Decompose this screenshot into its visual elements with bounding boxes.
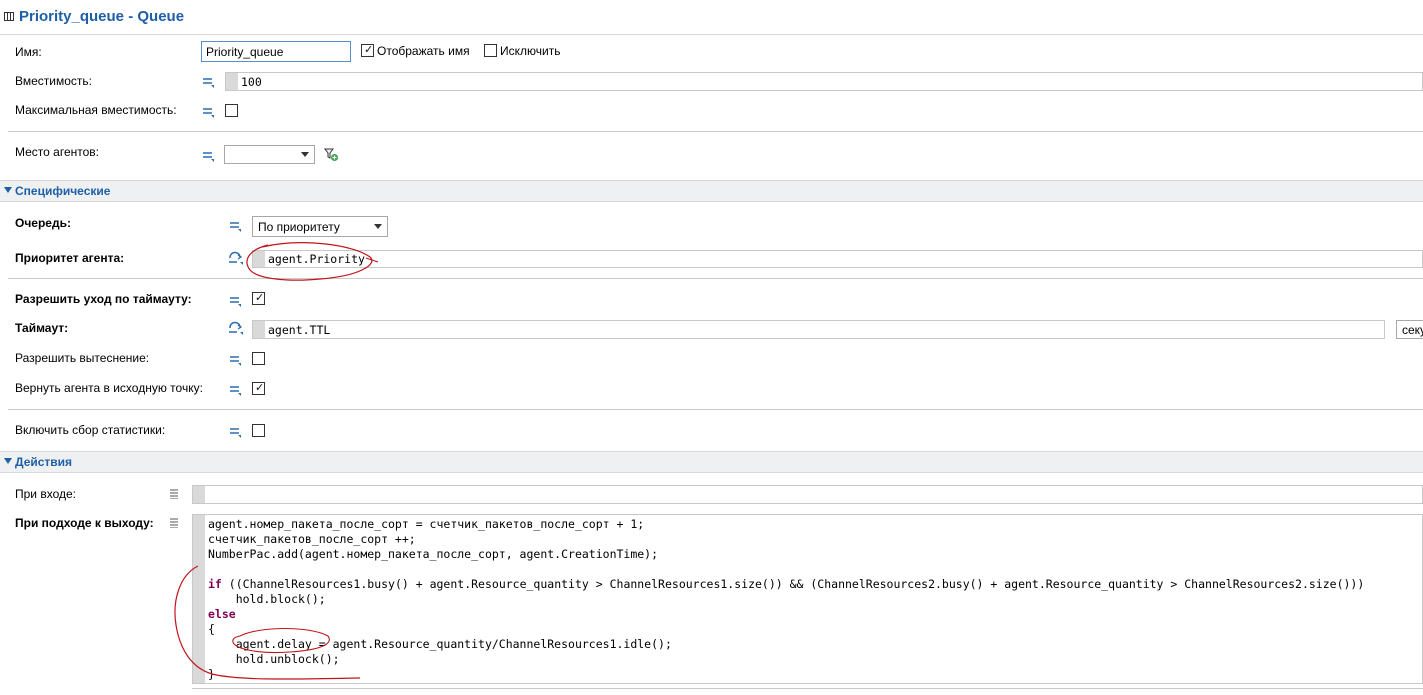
annotation-overlay <box>174 242 379 680</box>
annotation-curve-code <box>174 565 361 680</box>
annotation-ellipse-priority <box>246 242 373 281</box>
annotation-ellipse-delay <box>232 627 330 654</box>
